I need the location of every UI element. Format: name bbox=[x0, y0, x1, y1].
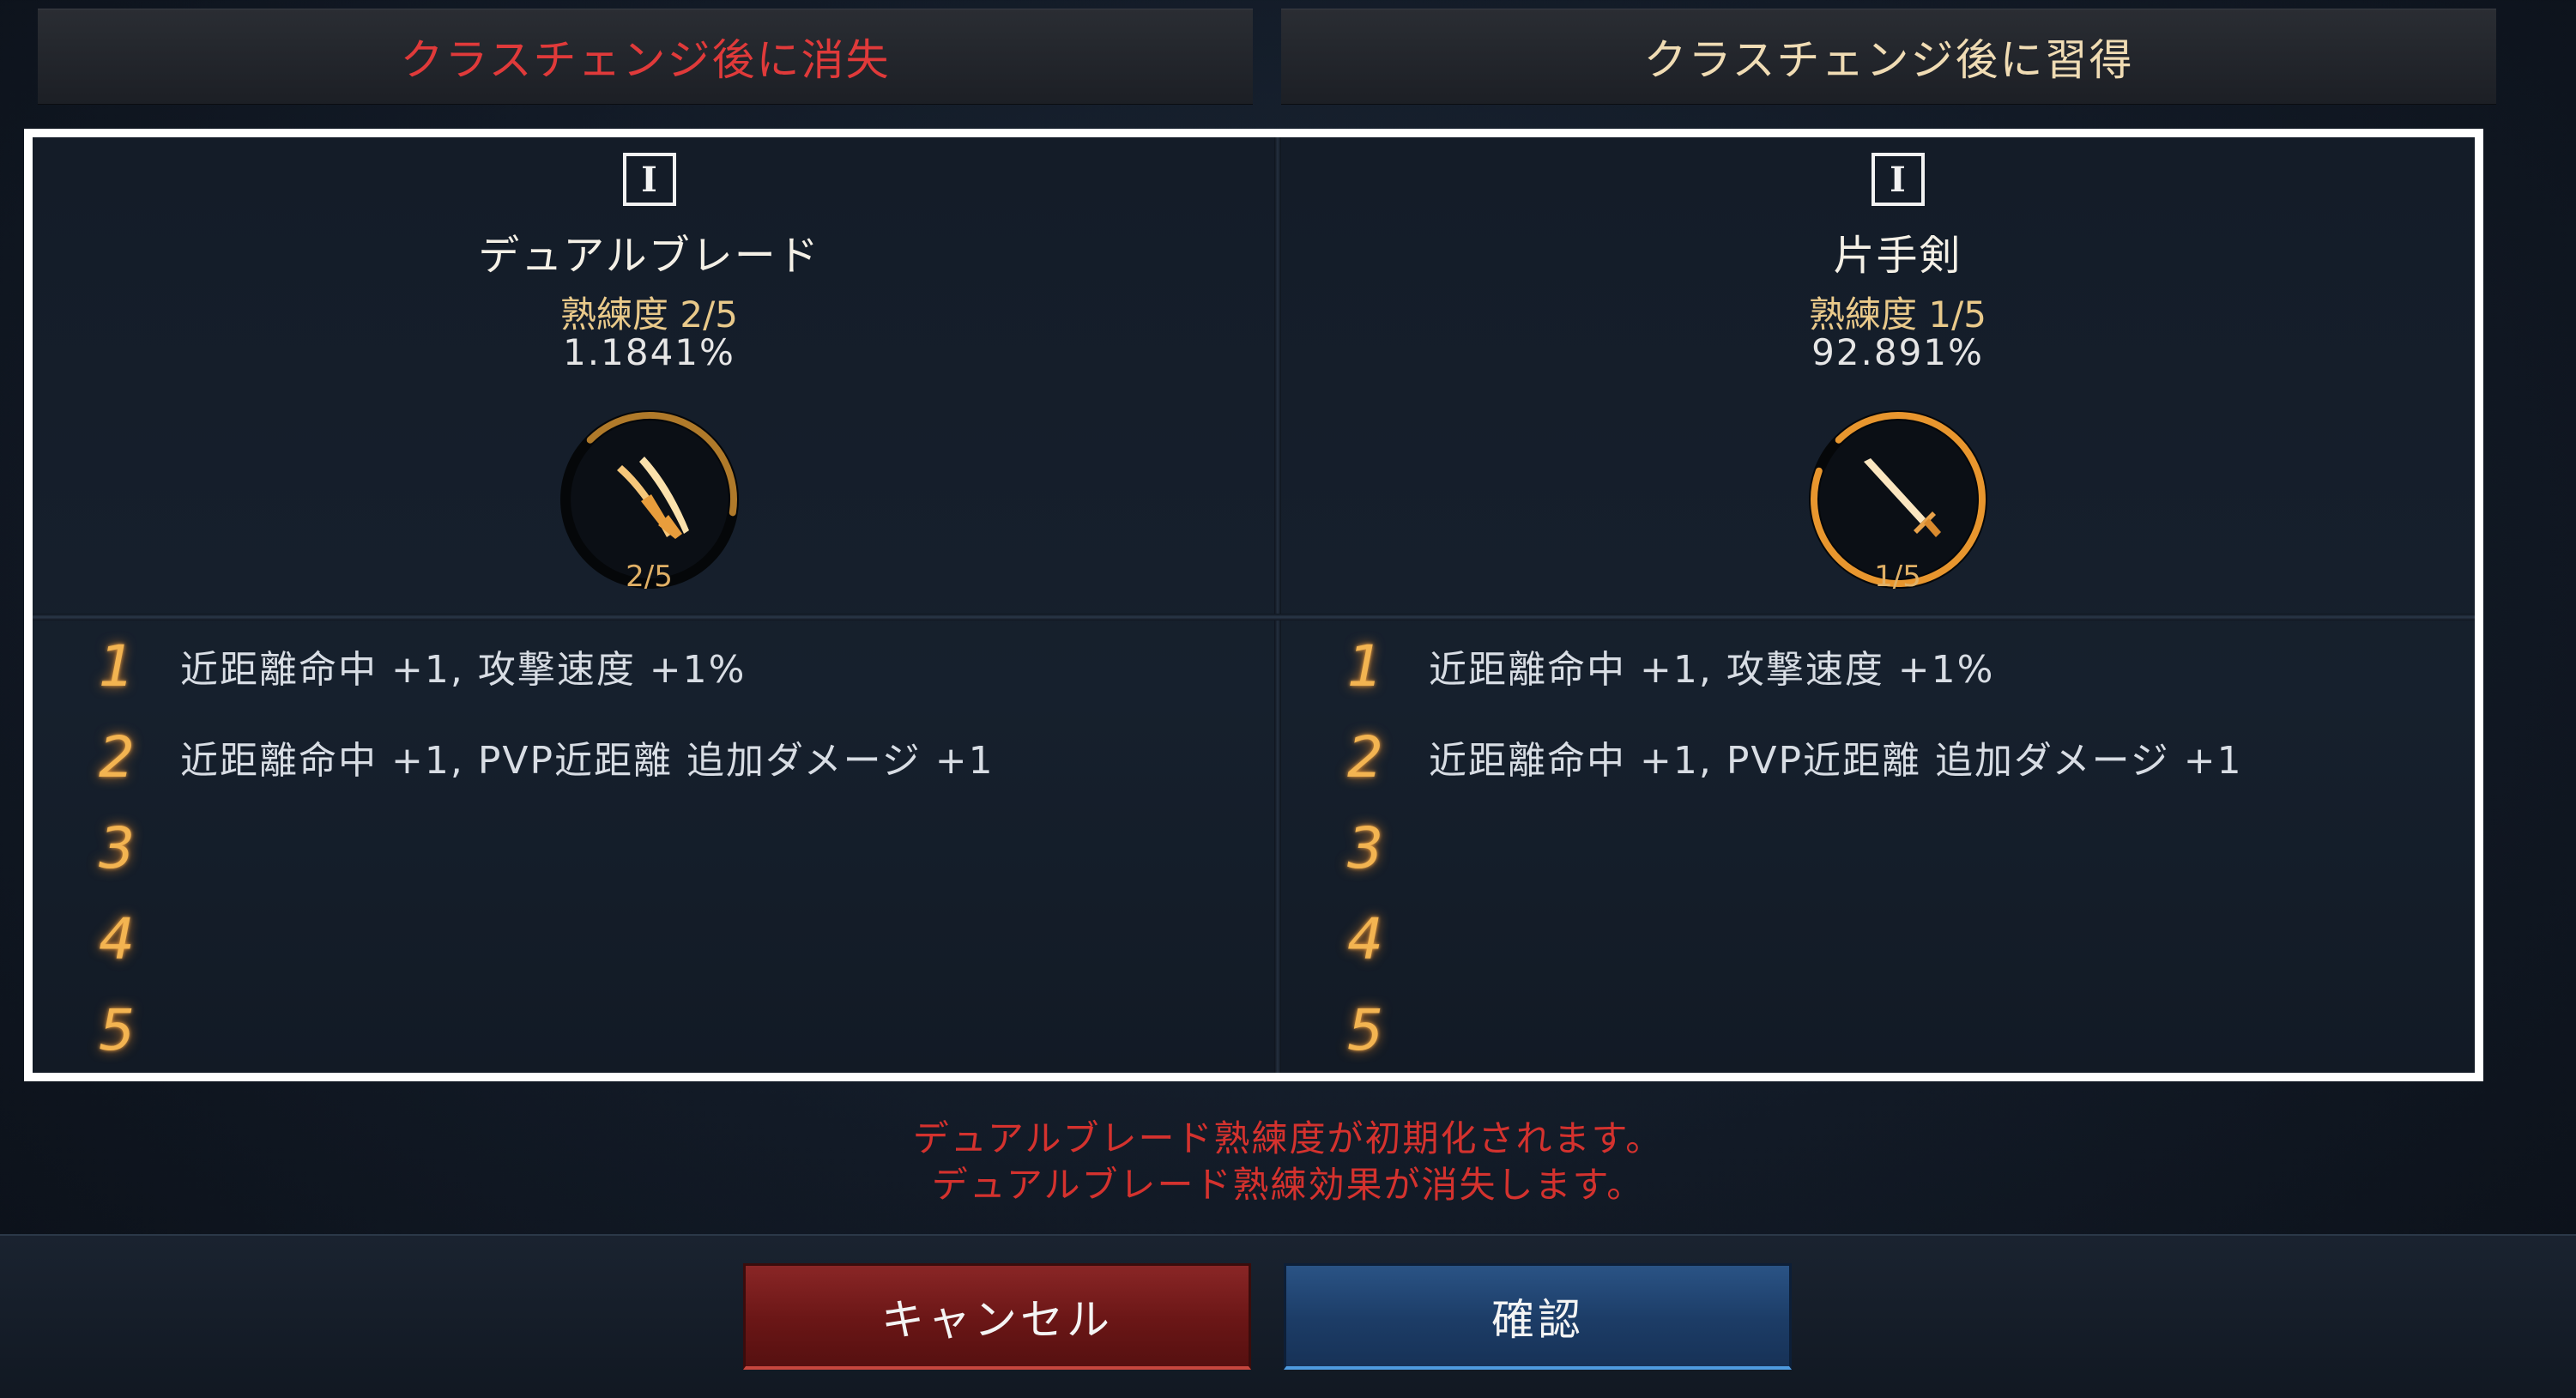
warning-line-1: デュアルブレード熟練度が初期化されます。 bbox=[912, 1117, 1664, 1159]
weapon-summary: I 片手剣 熟練度 1/5 92.891% 1/5 bbox=[1281, 137, 2514, 614]
warning-line-2: デュアルブレード熟練効果が消失します。 bbox=[931, 1164, 1645, 1206]
proficiency-level: 熟練度 1/5 bbox=[1809, 294, 1986, 336]
effect-row: 1 近距離命中 +1, 攻撃速度 +1% bbox=[1281, 620, 2514, 711]
weapon-name: デュアルブレード bbox=[478, 232, 820, 280]
effect-row: 2 近距離命中 +1, PVP近距離 追加ダメージ +1 bbox=[33, 711, 1266, 802]
effect-text: 近距離命中 +1, PVP近距離 追加ダメージ +1 bbox=[1429, 739, 2243, 783]
effect-row: 5 bbox=[1281, 984, 2514, 1075]
effect-row: 5 bbox=[33, 984, 1266, 1075]
effect-row: 1 近距離命中 +1, 攻撃速度 +1% bbox=[33, 620, 1266, 711]
cancel-button[interactable]: キャンセル bbox=[743, 1263, 1251, 1370]
effect-number: 4 bbox=[99, 905, 135, 972]
effect-number: 4 bbox=[1347, 905, 1383, 972]
effect-number: 2 bbox=[99, 723, 135, 790]
effect-row: 4 bbox=[1281, 893, 2514, 984]
effect-number: 3 bbox=[99, 814, 135, 881]
gauge-level: 2/5 bbox=[626, 560, 673, 594]
gained-header-label: クラスチェンジ後に習得 bbox=[1643, 35, 2134, 85]
reset-warning: デュアルブレード熟練度が初期化されます。 デュアルブレード熟練効果が消失します。 bbox=[0, 1116, 2576, 1208]
effect-number: 1 bbox=[99, 632, 135, 699]
lost-weapon-panel: I デュアルブレード 熟練度 2/5 1.1841% 2/5 1 近距離命中 +… bbox=[33, 137, 1266, 1073]
gained-weapon-panel: I 片手剣 熟練度 1/5 92.891% 1/5 1 近距離命中 +1, 攻撃… bbox=[1281, 137, 2514, 1073]
proficiency-gauge: 2/5 bbox=[555, 405, 744, 594]
weapon-name: 片手剣 bbox=[1833, 232, 1962, 280]
proficiency-percent: 1.1841% bbox=[563, 331, 735, 373]
effect-text: 近距離命中 +1, 攻撃速度 +1% bbox=[1429, 648, 1995, 692]
proficiency-percent: 92.891% bbox=[1811, 331, 1984, 373]
effect-number: 5 bbox=[99, 996, 135, 1063]
lost-after-class-change-header: クラスチェンジ後に消失 bbox=[38, 9, 1253, 105]
effect-number: 2 bbox=[1347, 723, 1383, 790]
effect-number: 3 bbox=[1347, 814, 1383, 881]
gauge-level: 1/5 bbox=[1874, 560, 1921, 594]
effect-row: 4 bbox=[33, 893, 1266, 984]
confirm-button[interactable]: 確認 bbox=[1284, 1263, 1792, 1370]
effect-row: 3 bbox=[1281, 802, 2514, 893]
proficiency-gauge: 1/5 bbox=[1804, 405, 1992, 594]
effect-number: 1 bbox=[1347, 632, 1383, 699]
vertical-divider bbox=[1274, 137, 1281, 1073]
lost-header-label: クラスチェンジ後に消失 bbox=[400, 35, 891, 85]
weapon-summary: I デュアルブレード 熟練度 2/5 1.1841% 2/5 bbox=[33, 137, 1266, 614]
tier-badge: I bbox=[622, 153, 676, 206]
effect-row: 3 bbox=[33, 802, 1266, 893]
comparison-panel: I デュアルブレード 熟練度 2/5 1.1841% 2/5 1 近距離命中 +… bbox=[24, 129, 2483, 1081]
effect-row: 2 近距離命中 +1, PVP近距離 追加ダメージ +1 bbox=[1281, 711, 2514, 802]
proficiency-level: 熟練度 2/5 bbox=[560, 294, 738, 336]
effect-text: 近距離命中 +1, PVP近距離 追加ダメージ +1 bbox=[180, 739, 995, 783]
tier-badge: I bbox=[1871, 153, 1925, 206]
effect-text: 近距離命中 +1, 攻撃速度 +1% bbox=[180, 648, 747, 692]
gained-after-class-change-header: クラスチェンジ後に習得 bbox=[1281, 9, 2496, 105]
effect-number: 5 bbox=[1347, 996, 1383, 1063]
